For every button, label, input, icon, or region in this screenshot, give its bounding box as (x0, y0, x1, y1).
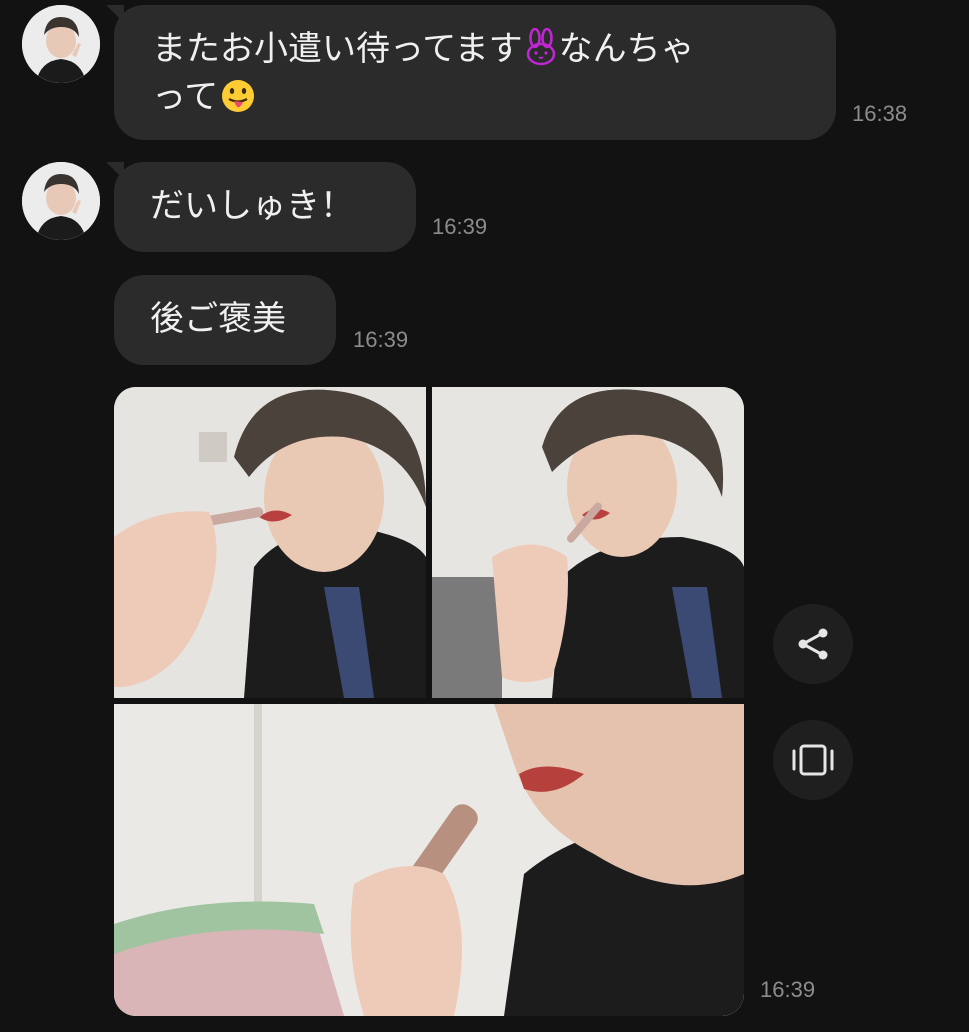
avatar[interactable] (22, 5, 100, 83)
photo-3[interactable] (114, 704, 744, 1016)
message-text: 後ご褒美 (150, 299, 286, 339)
message-bubble[interactable]: だいしゅき！ (106, 162, 416, 252)
message-text: だいしゅき！ (150, 186, 354, 226)
share-button[interactable] (773, 604, 853, 684)
message-timestamp: 16:39 (353, 327, 409, 352)
rabbit-emoji-icon (526, 28, 555, 66)
message-bubble[interactable]: 後ご褒美 (114, 275, 336, 365)
avatar[interactable] (22, 162, 100, 240)
share-icon (798, 628, 828, 660)
message-timestamp: 16:39 (432, 214, 488, 239)
message-timestamp: 16:38 (852, 101, 908, 126)
photo-timestamp: 16:39 (760, 977, 816, 1002)
message-bubble[interactable]: またお小遣い待ってます なんちゃ って (106, 5, 836, 140)
photo-2[interactable] (432, 387, 744, 698)
gallery-icon (792, 744, 834, 776)
photo-1[interactable] (114, 387, 426, 698)
gallery-view-button[interactable] (773, 720, 853, 800)
tongue-out-emoji-icon (222, 80, 255, 112)
message-text: またお小遣い待ってます なんちゃ って (152, 28, 695, 117)
